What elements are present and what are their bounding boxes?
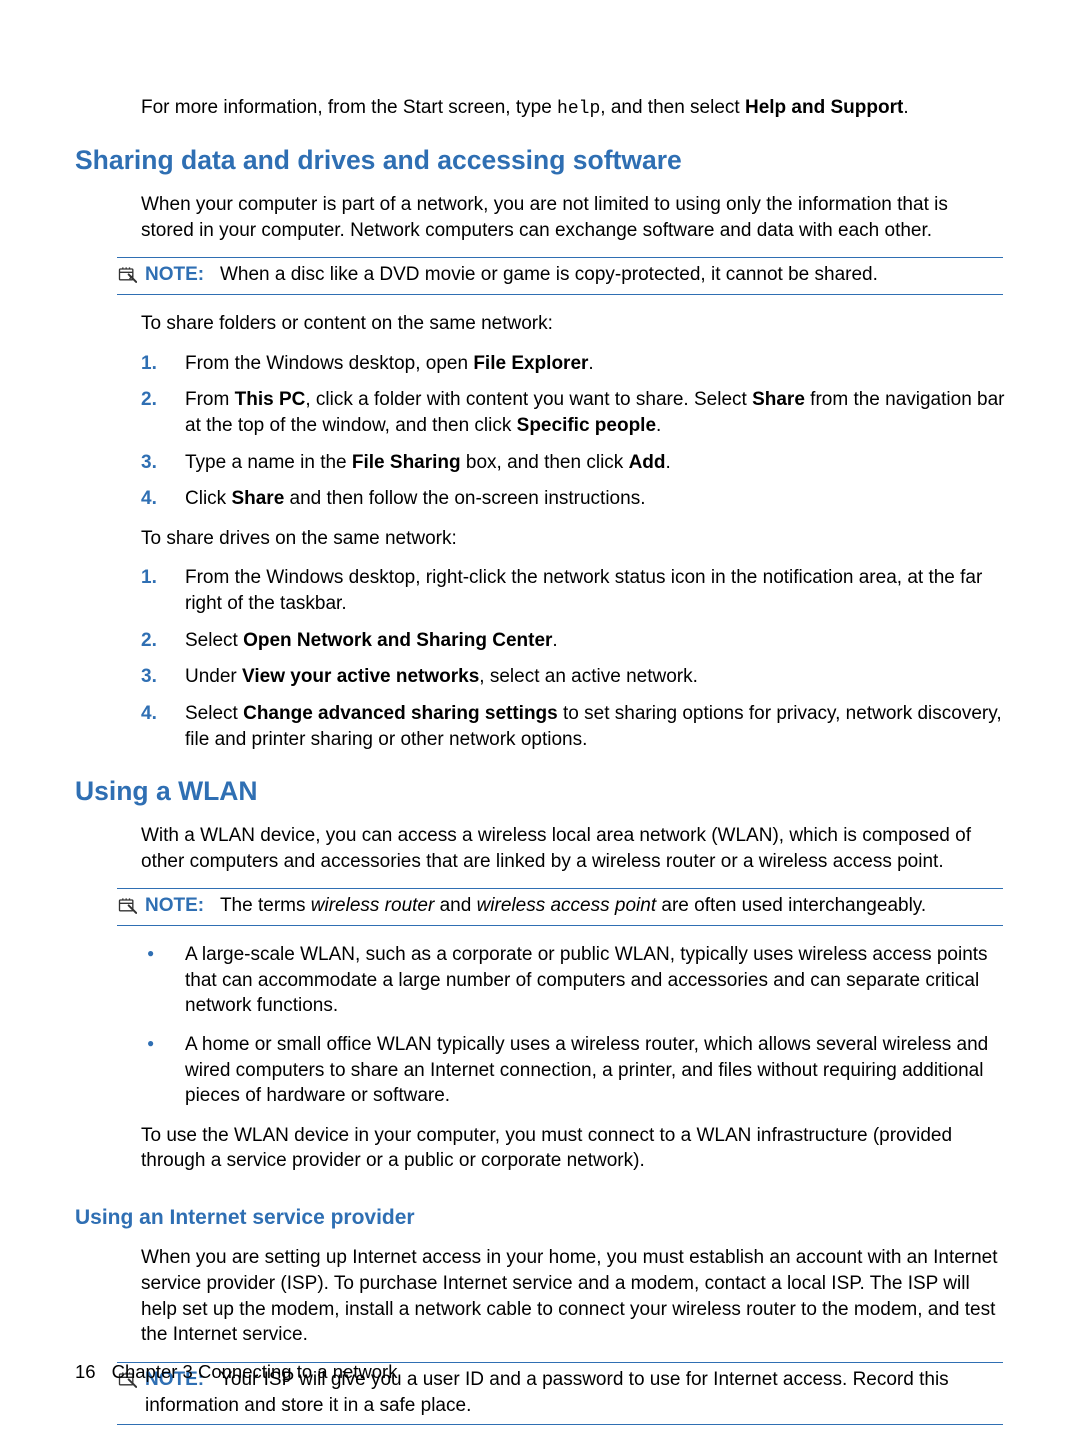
text: From the Windows desktop, right-click th… xyxy=(185,567,982,614)
list-item: 2. Select Open Network and Sharing Center… xyxy=(141,628,1005,654)
note-icon xyxy=(117,893,139,919)
note-body: When a disc like a DVD movie or game is … xyxy=(220,264,878,285)
bold-text: This PC xyxy=(235,389,306,410)
note-text: NOTE: When a disc like a DVD movie or ga… xyxy=(145,262,1003,288)
bold-text: View your active networks xyxy=(242,666,479,687)
chapter-label: Chapter 3 Connecting to a network xyxy=(112,1360,398,1385)
text: Click xyxy=(185,488,231,509)
paragraph: To use the WLAN device in your computer,… xyxy=(141,1123,1003,1174)
lead-text: To share folders or content on the same … xyxy=(141,311,1003,337)
text: . xyxy=(903,97,908,118)
note-label: NOTE: xyxy=(145,264,204,285)
text: Select xyxy=(185,703,243,724)
list-item: A large-scale WLAN, such as a corporate … xyxy=(141,942,1005,1019)
list-item: 2. From This PC, click a folder with cont… xyxy=(141,387,1005,438)
note-label: NOTE: xyxy=(145,895,204,916)
italic-text: wireless access point xyxy=(477,895,657,916)
text: The terms xyxy=(220,895,311,916)
list-item: 3. Type a name in the File Sharing box, a… xyxy=(141,450,1005,476)
text: and xyxy=(434,895,476,916)
step-number: 1. xyxy=(141,351,157,377)
text: Select xyxy=(185,630,243,651)
bold-text: Specific people xyxy=(517,415,656,436)
bold-text: Help and Support xyxy=(745,97,903,118)
step-number: 2. xyxy=(141,628,157,654)
text: , and then select xyxy=(600,97,745,118)
bold-text: Add xyxy=(629,452,666,473)
text: For more information, from the Start scr… xyxy=(141,97,557,118)
note-block-1: NOTE: When a disc like a DVD movie or ga… xyxy=(117,257,1003,295)
subsection-heading-isp: Using an Internet service provider xyxy=(75,1204,1005,1232)
page-number: 16 xyxy=(75,1360,96,1385)
step-number: 3. xyxy=(141,664,157,690)
bold-text: File Sharing xyxy=(352,452,461,473)
bullet-list-wlan: A large-scale WLAN, such as a corporate … xyxy=(141,942,1005,1109)
text: From the Windows desktop, open xyxy=(185,353,473,374)
text: . xyxy=(656,415,661,436)
bold-text: Share xyxy=(752,389,805,410)
intro-paragraph: For more information, from the Start scr… xyxy=(141,95,1005,121)
text: box, and then click xyxy=(461,452,629,473)
list-item: 4. Click Share and then follow the on-scr… xyxy=(141,486,1005,512)
ordered-list-folders: 1. From the Windows desktop, open File Ex… xyxy=(141,351,1005,512)
bold-text: Share xyxy=(231,488,284,509)
paragraph: When you are setting up Internet access … xyxy=(141,1245,1003,1348)
text: . xyxy=(588,353,593,374)
text: From xyxy=(185,389,235,410)
italic-text: wireless router xyxy=(311,895,435,916)
list-item: 1. From the Windows desktop, open File Ex… xyxy=(141,351,1005,377)
step-number: 3. xyxy=(141,450,157,476)
lead-text: To share drives on the same network: xyxy=(141,526,1003,552)
list-item: 3. Under View your active networks, selec… xyxy=(141,664,1005,690)
text: and then follow the on-screen instructio… xyxy=(284,488,645,509)
text: , click a folder with content you want t… xyxy=(305,389,752,410)
bold-text: Open Network and Sharing Center xyxy=(243,630,552,651)
ordered-list-drives: 1. From the Windows desktop, right-click … xyxy=(141,565,1005,752)
text: Type a name in the xyxy=(185,452,352,473)
text: . xyxy=(666,452,671,473)
note-text: NOTE: The terms wireless router and wire… xyxy=(145,893,1003,919)
text: . xyxy=(552,630,557,651)
step-number: 2. xyxy=(141,387,157,413)
text: Under xyxy=(185,666,242,687)
step-number: 4. xyxy=(141,486,157,512)
bold-text: File Explorer xyxy=(473,353,588,374)
note-icon xyxy=(117,262,139,288)
list-item: 1. From the Windows desktop, right-click … xyxy=(141,565,1005,616)
list-item: 4. Select Change advanced sharing setting… xyxy=(141,701,1005,752)
paragraph: With a WLAN device, you can access a wir… xyxy=(141,823,1003,874)
text: are often used interchangeably. xyxy=(656,895,926,916)
list-item: A home or small office WLAN typically us… xyxy=(141,1032,1005,1109)
paragraph: When your computer is part of a network,… xyxy=(141,192,1003,243)
bold-text: Change advanced sharing settings xyxy=(243,703,558,724)
text: , select an active network. xyxy=(479,666,698,687)
code-text: help xyxy=(557,99,600,119)
step-number: 1. xyxy=(141,565,157,591)
step-number: 4. xyxy=(141,701,157,727)
document-page: For more information, from the Start scr… xyxy=(75,95,1005,1441)
page-footer: 16 Chapter 3 Connecting to a network xyxy=(75,1360,397,1385)
section-heading-wlan: Using a WLAN xyxy=(75,774,1005,810)
section-heading-sharing: Sharing data and drives and accessing so… xyxy=(75,143,1005,179)
note-block-2: NOTE: The terms wireless router and wire… xyxy=(117,888,1003,926)
